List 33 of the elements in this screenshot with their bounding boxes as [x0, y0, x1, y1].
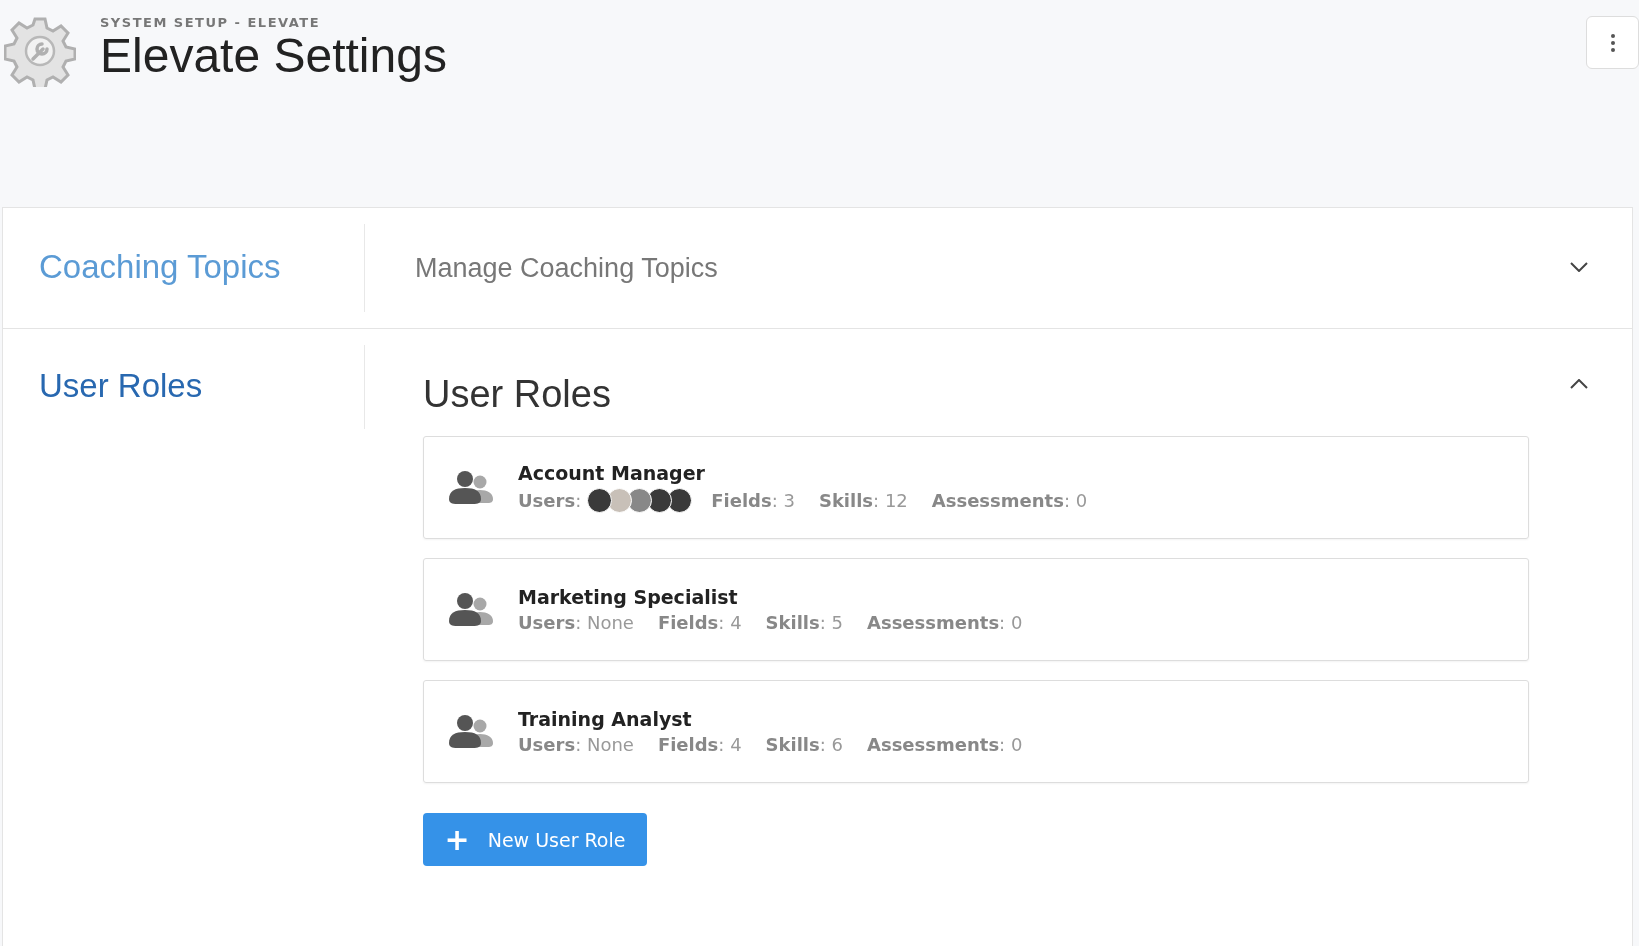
- role-stat: Skills: 6: [765, 734, 843, 755]
- page-title: Elevate Settings: [100, 30, 447, 83]
- vertical-dots-icon: [1610, 33, 1615, 52]
- avatar-photo-placeholder: [587, 488, 613, 513]
- role-card[interactable]: Marketing Specialist Users: None Fields: 4 Skills: 5 Assessments: 0: [423, 558, 1529, 661]
- role-stat: Fields: 3: [711, 490, 795, 511]
- role-stat: Skills: 5: [765, 612, 843, 633]
- role-name: Training Analyst: [518, 708, 693, 730]
- users-icon: [448, 469, 494, 506]
- role-stat: Skills: 12: [818, 490, 908, 511]
- avatar-photo-placeholder: [667, 488, 693, 513]
- users-count: Users: None: [518, 612, 634, 633]
- role-name: Account Manager: [518, 462, 706, 484]
- gear-wrench-icon: [4, 15, 76, 87]
- role-stat: Assessments: 0: [867, 612, 1023, 633]
- role-card[interactable]: Training Analyst Users: None Fields: 4 Skills: 6 Assessments: 0: [423, 680, 1529, 783]
- role-card[interactable]: Account Manager Users: Fields: 3 Skills: 12 Assessments: 0: [423, 436, 1529, 539]
- section-heading: User Roles: [423, 373, 611, 416]
- role-stat: Assessments: 0: [867, 734, 1023, 755]
- role-stat: Fields: 4: [657, 734, 742, 755]
- role-stat: Assessments: 0: [931, 490, 1088, 511]
- section-title[interactable]: User Roles: [39, 367, 364, 405]
- role-stat: Fields: 4: [657, 612, 742, 633]
- avatar-photo-placeholder: [607, 488, 633, 513]
- breadcrumb: SYSTEM SETUP - ELEVATE: [100, 15, 321, 30]
- section-summary: Manage Coaching Topics: [415, 252, 718, 284]
- users-icon: [448, 713, 494, 750]
- users-icon: [448, 591, 494, 628]
- users-count: Users: None: [518, 734, 634, 755]
- collapse-chevron-icon[interactable]: [1570, 379, 1588, 389]
- expand-chevron-icon[interactable]: [1570, 262, 1588, 272]
- role-name: Marketing Specialist: [518, 586, 739, 608]
- users-label: Users:: [518, 490, 582, 511]
